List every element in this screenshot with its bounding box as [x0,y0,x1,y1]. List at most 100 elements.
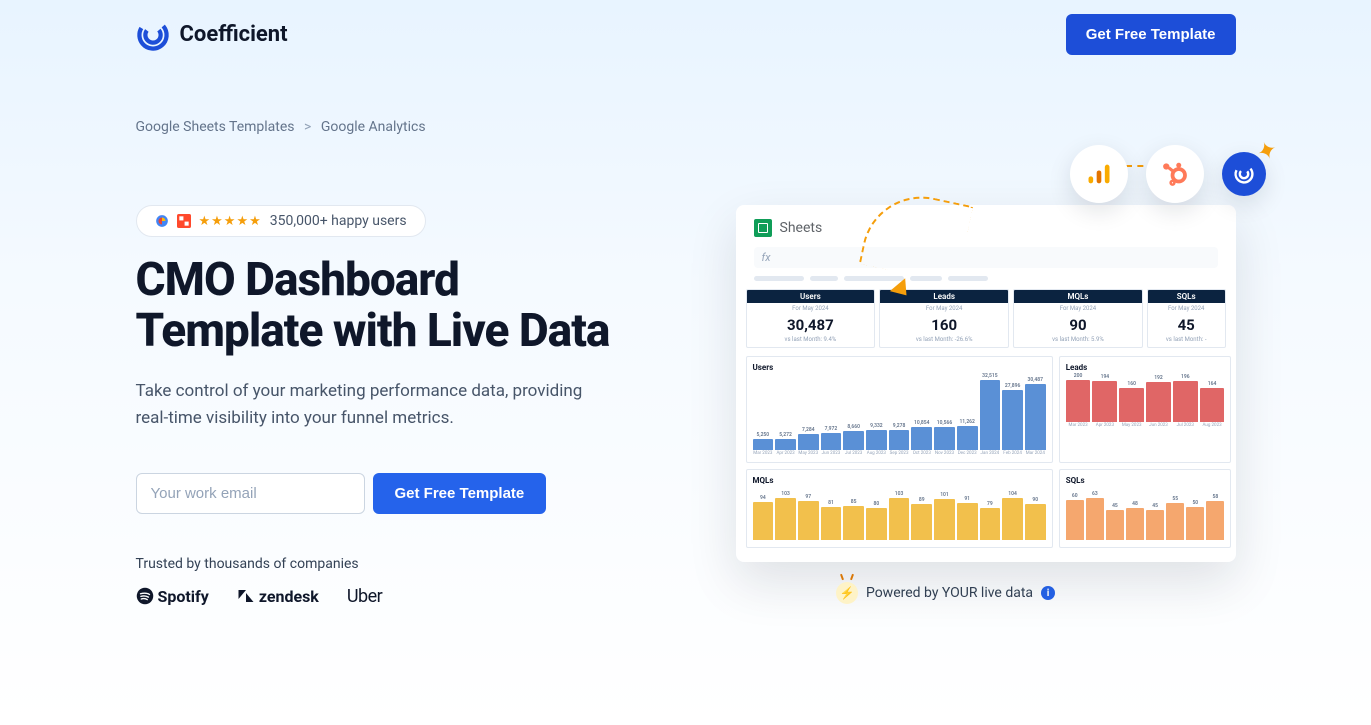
bar: 94 [753,495,774,541]
breadcrumb-current: Google Analytics [321,119,426,135]
kpi-card: UsersFor May 202430,487vs last Month: 9.… [746,289,876,348]
breadcrumb-separator: > [304,119,311,135]
dashboard-preview: ✦ Sheets fx UsersFor May 202430,487vs la… [736,205,1236,562]
google-analytics-icon [1070,145,1128,203]
chart-panel: SQLs6063454845555058 [1059,469,1232,548]
kpi-period: For May 2024 [747,303,875,314]
email-form: Get Free Template [136,473,616,514]
chart-grid: Users 5,250Mar 20235,272Apr 20237,284May … [746,356,1226,548]
bar: 160May 2023 [1119,381,1144,428]
trusted-logos: Spotify zendesk Uber [136,586,616,607]
bar: 58 [1206,494,1224,541]
bar: 91 [957,496,978,541]
chart-panel: Leads200Mar 2023194Apr 2023160May 202319… [1059,356,1232,463]
bar: 7,284May 2023 [798,427,819,456]
bar: 45 [1146,503,1164,541]
header-cta-button[interactable]: Get Free Template [1066,14,1236,55]
bar: 5,250Mar 2023 [753,432,774,456]
kpi-period: For May 2024 [1014,303,1142,314]
chart-title: MQLs [753,476,1046,485]
zendesk-icon [237,587,255,605]
logo-uber: Uber [347,586,382,607]
chart-panel: Users 5,250Mar 20235,272Apr 20237,284May … [746,356,1053,463]
spotify-icon [136,587,154,605]
kpi-label: SQLs [1148,290,1225,303]
kpi-delta: vs last Month: 9.4% [747,336,875,343]
logo-zendesk: zendesk [237,587,319,606]
bar: 200Mar 2023 [1066,373,1091,428]
breadcrumb-parent[interactable]: Google Sheets Templates [136,119,295,135]
kpi-delta: vs last Month: 5.9% [1014,336,1142,343]
chart-title: Leads [1066,363,1225,372]
page-title: CMO Dashboard Template with Live Data [136,255,616,356]
toolbar-skeleton [754,276,1218,281]
bar: 164Aug 2023 [1200,381,1225,428]
brand-name: Coefficient [180,22,288,47]
bar: 11,262Dec 2023 [957,419,978,456]
bar: 103 [775,491,796,541]
kpi-value: 30,487 [747,314,875,336]
bar: 104 [1002,491,1023,541]
social-proof-pill: ★★★★★ 350,000+ happy users [136,205,426,237]
bar: 85 [843,499,864,541]
bar: 81 [821,500,842,541]
bar: 10,566Nov 2023 [934,420,955,456]
kpi-label: Users [747,290,875,303]
bolt-icon: ⚡ [836,582,858,604]
bar: 48 [1126,501,1144,541]
bar: 8,660Jul 2023 [843,424,864,456]
formula-bar: fx [754,247,1218,268]
bar: 60 [1066,493,1084,541]
kpi-value: 45 [1148,314,1225,336]
bar: 97 [798,494,819,541]
kpi-period: For May 2024 [1148,303,1225,314]
connector-arrow [858,185,972,284]
chart-title: Users [753,363,1046,372]
hubspot-icon [1146,145,1204,203]
social-proof-text: 350,000+ happy users [270,213,407,229]
bar: 32,515Jan 2024 [980,373,1001,456]
bar: 30,487Mar 2024 [1025,377,1046,456]
bar: 9,278Sep 2023 [889,423,910,456]
bar: 79 [980,501,1001,541]
bar: 45 [1106,503,1124,541]
logo-spotify: Spotify [136,587,209,606]
email-input[interactable] [136,473,365,514]
bar: 27,896Feb 2024 [1002,383,1023,456]
kpi-delta: vs last Month: - [1148,336,1225,343]
info-icon[interactable]: i [1041,586,1055,600]
trusted-label: Trusted by thousands of companies [136,556,616,572]
kpi-row: UsersFor May 202430,487vs last Month: 9.… [746,289,1226,348]
bar: 101 [934,492,955,541]
google-icon [155,214,169,228]
bar: 194Apr 2023 [1092,374,1117,428]
powered-label: ⚡ Powered by YOUR live data i [656,582,1236,604]
brand-logo[interactable]: Coefficient [136,18,288,52]
kpi-delta: vs last Month: -26.6% [880,336,1008,343]
bar: 63 [1086,491,1104,541]
rating-stars: ★★★★★ [199,214,262,229]
g2-icon [177,214,191,228]
bar: 103 [889,491,910,541]
sheets-label: Sheets [780,220,823,236]
bar: 10,854Oct 2023 [911,420,932,456]
coefficient-logo-icon [136,18,170,52]
kpi-value: 160 [880,314,1008,336]
bar: 192Jun 2023 [1146,375,1171,428]
page-subtitle: Take control of your marketing performan… [136,378,616,432]
form-submit-button[interactable]: Get Free Template [373,473,547,514]
bar: 89 [911,497,932,541]
kpi-value: 90 [1014,314,1142,336]
kpi-card: SQLsFor May 202445vs last Month: - [1147,289,1226,348]
breadcrumb: Google Sheets Templates > Google Analyti… [136,69,1236,135]
chart-panel: MQLs941039781858010389101917910490 [746,469,1053,548]
bar: 9,332Aug 2023 [866,423,887,456]
bar: 196Jul 2023 [1173,374,1198,428]
bar: 50 [1186,500,1204,541]
kpi-period: For May 2024 [880,303,1008,314]
kpi-card: MQLsFor May 202490vs last Month: 5.9% [1013,289,1143,348]
kpi-label: MQLs [1014,290,1142,303]
bar: 5,272Apr 2023 [775,432,796,456]
bar: 7,972Jun 2023 [821,426,842,456]
chart-title: SQLs [1066,476,1225,485]
